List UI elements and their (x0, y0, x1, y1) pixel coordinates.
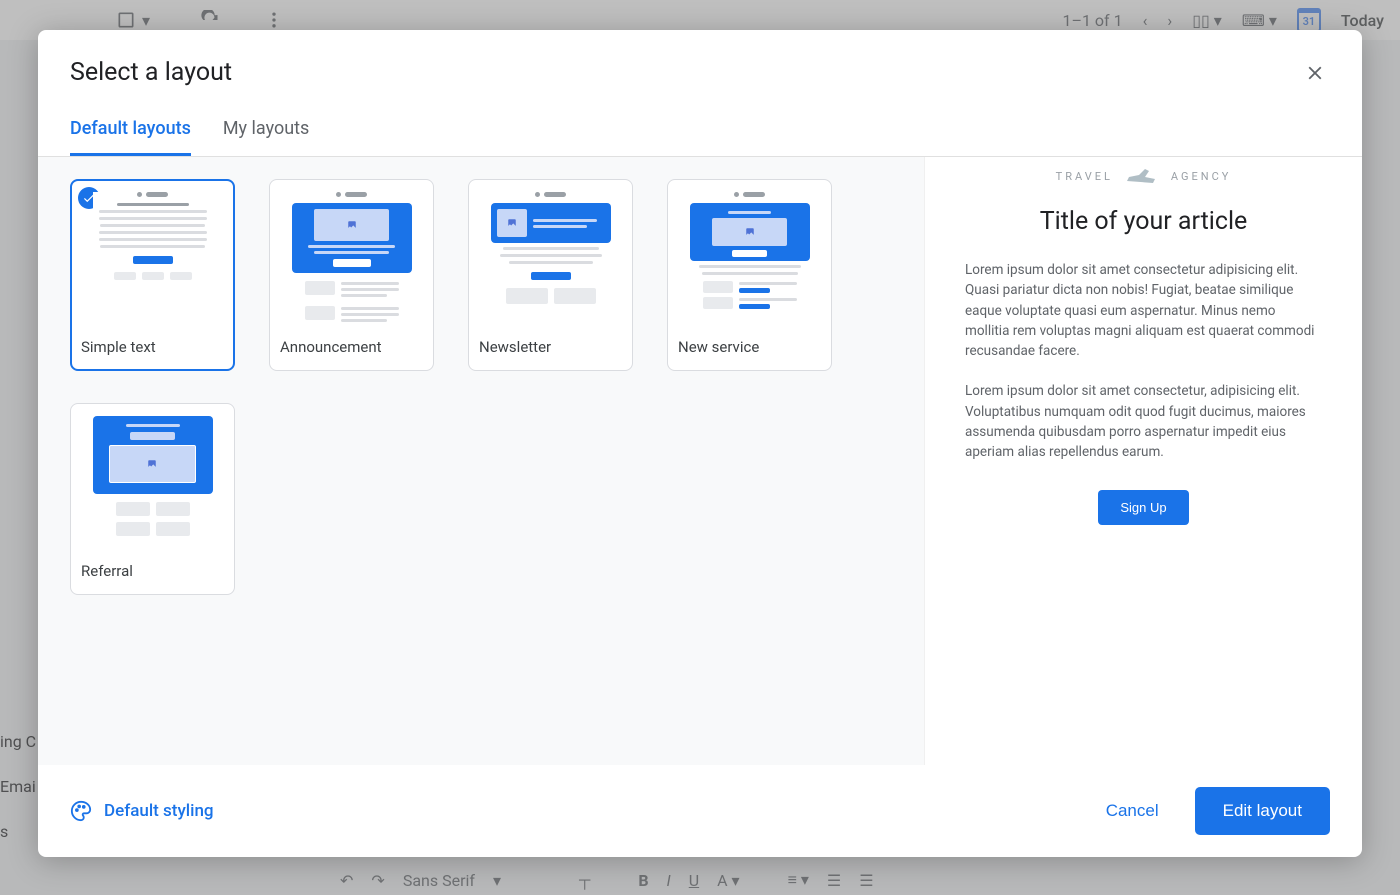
cancel-button[interactable]: Cancel (1094, 791, 1171, 831)
edit-layout-button[interactable]: Edit layout (1195, 787, 1330, 835)
palette-icon (70, 800, 92, 822)
close-icon (1304, 62, 1326, 84)
preview-paragraph-2: Lorem ipsum dolor sit amet consectetur, … (965, 381, 1322, 462)
preview-paragraph-1: Lorem ipsum dolor sit amet consectetur a… (965, 260, 1322, 361)
layout-card-newsletter[interactable]: Newsletter (468, 179, 633, 371)
tab-default-layouts[interactable]: Default layouts (70, 118, 191, 156)
layout-label: Announcement (278, 338, 382, 356)
layout-modal: Select a layout Default layouts My layou… (38, 30, 1362, 857)
layouts-grid: Simple text (38, 157, 924, 765)
layout-label: New service (676, 338, 759, 356)
default-styling-link[interactable]: Default styling (70, 800, 214, 822)
layout-label: Referral (79, 562, 133, 580)
preview-panel: TRAVEL AGENCY Title of your article Lore… (924, 157, 1362, 765)
layout-card-announcement[interactable]: Announcement (269, 179, 434, 371)
tab-my-layouts[interactable]: My layouts (223, 118, 309, 156)
thumb-newsletter (491, 192, 611, 322)
preview-title: Title of your article (965, 207, 1322, 236)
layout-label: Simple text (79, 338, 156, 356)
layout-card-referral[interactable]: Referral (70, 403, 235, 595)
preview-logo: TRAVEL AGENCY (965, 167, 1322, 185)
default-styling-label: Default styling (104, 801, 214, 821)
tabs: Default layouts My layouts (38, 94, 1362, 157)
thumb-announcement (292, 192, 412, 322)
thumb-new-service (690, 192, 810, 322)
layout-card-new-service[interactable]: New service (667, 179, 832, 371)
preview-cta-button: Sign Up (1098, 490, 1188, 525)
modal-footer: Default styling Cancel Edit layout (38, 765, 1362, 857)
close-button[interactable] (1300, 58, 1330, 94)
plane-icon (1127, 167, 1157, 185)
thumb-referral (93, 416, 213, 546)
layout-card-simple-text[interactable]: Simple text (70, 179, 235, 371)
thumb-simple-text (93, 192, 213, 322)
layout-label: Newsletter (477, 338, 551, 356)
modal-title: Select a layout (70, 58, 232, 87)
